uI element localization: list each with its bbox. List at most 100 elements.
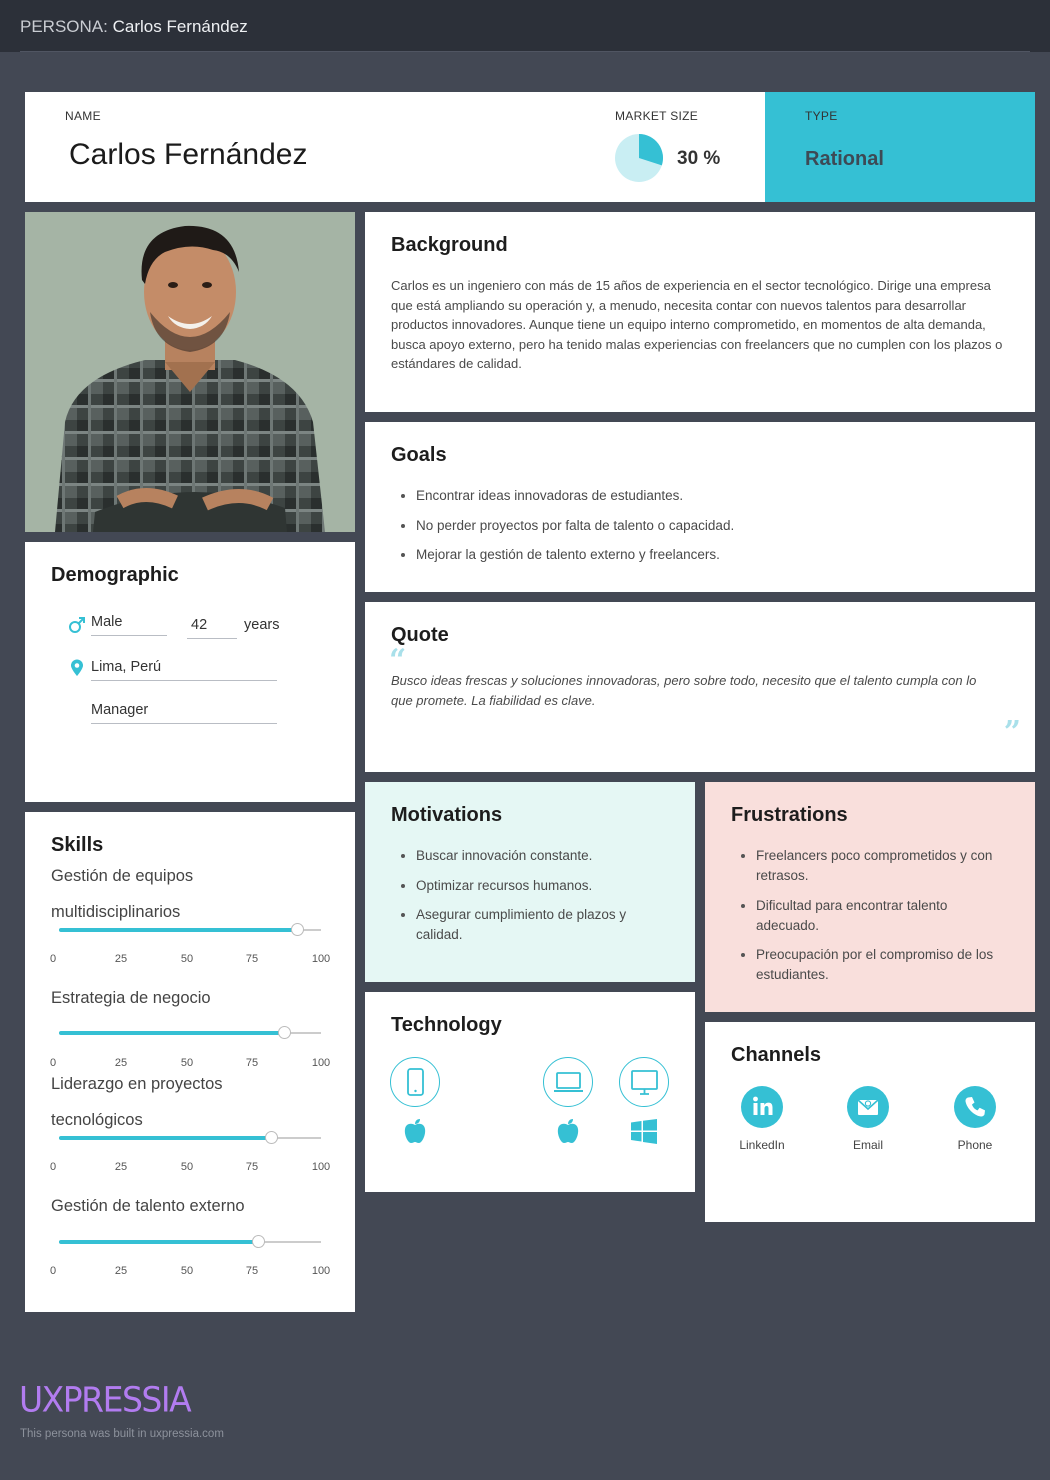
background-card: Background Carlos es un ingeniero con má… bbox=[365, 212, 1035, 412]
skill-slider-thumb[interactable] bbox=[278, 1026, 292, 1039]
motivation-item: Optimizar recursos humanos. bbox=[391, 876, 671, 896]
market-size-label: MARKET SIZE bbox=[615, 109, 699, 123]
channel-linkedin[interactable]: LinkedIn bbox=[717, 1086, 807, 1152]
frustration-item: Preocupación por el compromiso de los es… bbox=[731, 945, 1011, 985]
demographic-card: Demographic Male 42 years Lima, Perú Man… bbox=[25, 542, 355, 802]
summary-card: NAME Carlos Fernández MARKET SIZE 30 % bbox=[25, 92, 765, 202]
background-title: Background bbox=[391, 234, 508, 256]
demographic-title: Demographic bbox=[51, 564, 179, 586]
skill-scale: 0 25 50 75 100 bbox=[49, 1161, 333, 1175]
skill-slider-thumb[interactable] bbox=[252, 1235, 266, 1248]
frustration-item: Freelancers poco comprometidos y con ret… bbox=[731, 846, 1011, 886]
scale-tick: 100 bbox=[311, 1057, 331, 1069]
apple-icon bbox=[404, 1119, 426, 1143]
skill-name-line: Liderazgo en proyectos bbox=[51, 1075, 223, 1093]
title-prefix: PERSONA: bbox=[20, 17, 108, 36]
channel-email[interactable]: Email bbox=[823, 1086, 913, 1152]
brand-logo[interactable]: UXPRESSIA bbox=[19, 1379, 192, 1420]
divider bbox=[20, 51, 1030, 52]
type-value[interactable]: Rational bbox=[805, 148, 884, 171]
linkedin-icon bbox=[741, 1086, 783, 1128]
skill-slider-thumb[interactable] bbox=[291, 923, 305, 936]
name-label: NAME bbox=[65, 109, 101, 123]
scale-tick: 75 bbox=[245, 953, 259, 965]
footer-note[interactable]: This persona was built in uxpressia.com bbox=[20, 1428, 224, 1440]
type-card: TYPE Rational bbox=[765, 92, 1035, 202]
channel-phone[interactable]: Phone bbox=[930, 1086, 1020, 1152]
motivations-card: Motivations Buscar innovación constante.… bbox=[365, 782, 695, 982]
skill-name-line: Gestión de equipos bbox=[51, 867, 194, 885]
age-field[interactable]: 42 bbox=[187, 617, 237, 639]
motivations-title: Motivations bbox=[391, 804, 503, 826]
persona-photo bbox=[25, 212, 355, 532]
channel-label: Phone bbox=[957, 1138, 993, 1152]
scale-tick: 50 bbox=[180, 1161, 194, 1173]
location-field[interactable]: Lima, Perú bbox=[91, 659, 277, 681]
gender-field[interactable]: Male bbox=[91, 614, 167, 636]
scale-tick: 75 bbox=[245, 1265, 259, 1277]
channels-card: Channels LinkedIn Email Phone bbox=[705, 1022, 1035, 1222]
age-unit: years bbox=[244, 617, 280, 633]
goals-card: Goals Encontrar ideas innovadoras de est… bbox=[365, 422, 1035, 592]
laptop-icon bbox=[543, 1057, 593, 1107]
skill-slider[interactable] bbox=[59, 1131, 321, 1144]
skills-card: Skills Gestión de equipos multidisciplin… bbox=[25, 812, 355, 1312]
scale-tick: 0 bbox=[49, 953, 57, 965]
scale-tick: 25 bbox=[114, 1265, 128, 1277]
skill-slider-fill bbox=[59, 928, 298, 932]
skill-slider[interactable] bbox=[59, 1235, 321, 1248]
desktop-icon bbox=[619, 1057, 669, 1107]
skills-title: Skills bbox=[51, 834, 104, 856]
scale-tick: 100 bbox=[311, 953, 331, 965]
scale-tick: 25 bbox=[114, 953, 128, 965]
skill-name-line: Gestión de talento externo bbox=[51, 1197, 245, 1215]
goal-item: Mejorar la gestión de talento externo y … bbox=[391, 545, 1011, 565]
skill-name: Gestión de equipos multidisciplinarios bbox=[51, 858, 193, 930]
skill-slider[interactable] bbox=[59, 923, 321, 936]
goal-item: Encontrar ideas innovadoras de estudiant… bbox=[391, 486, 1011, 506]
motivation-item: Asegurar cumplimiento de plazos y calida… bbox=[391, 905, 671, 945]
goals-list: Encontrar ideas innovadoras de estudiant… bbox=[391, 486, 1011, 575]
page-title: PERSONA: Carlos Fernández bbox=[20, 17, 248, 37]
skill-slider-fill bbox=[59, 1240, 259, 1244]
skill-name: Estrategia de negocio bbox=[51, 980, 211, 1016]
skill-slider-fill bbox=[59, 1031, 285, 1035]
male-icon bbox=[69, 617, 85, 633]
quote-card: Quote “ Busco ideas frescas y soluciones… bbox=[365, 602, 1035, 772]
frustrations-card: Frustrations Freelancers poco comprometi… bbox=[705, 782, 1035, 1012]
skill-scale: 0 25 50 75 100 bbox=[49, 953, 333, 967]
skill-name-line: Estrategia de negocio bbox=[51, 989, 211, 1007]
technology-card: Technology bbox=[365, 992, 695, 1192]
skill-name: Gestión de talento externo bbox=[51, 1188, 245, 1224]
scale-tick: 50 bbox=[180, 953, 194, 965]
technology-title: Technology bbox=[391, 1014, 502, 1036]
frustrations-list: Freelancers poco comprometidos y con ret… bbox=[731, 846, 1011, 995]
motivation-item: Buscar innovación constante. bbox=[391, 846, 671, 866]
windows-icon bbox=[631, 1119, 657, 1144]
goal-item: No perder proyectos por falta de talento… bbox=[391, 516, 1011, 536]
skill-name: Liderazgo en proyectos tecnológicos bbox=[51, 1066, 223, 1138]
scale-tick: 75 bbox=[245, 1057, 259, 1069]
skill-scale: 0 25 50 75 100 bbox=[49, 1265, 333, 1279]
persona-name[interactable]: Carlos Fernández bbox=[69, 138, 307, 172]
skill-slider[interactable] bbox=[59, 1026, 321, 1039]
title-persona-name: Carlos Fernández bbox=[112, 17, 248, 36]
skill-name-line: tecnológicos bbox=[51, 1111, 143, 1129]
skill-slider-thumb[interactable] bbox=[265, 1131, 279, 1144]
channel-label: Email bbox=[852, 1138, 883, 1152]
top-bar: PERSONA: Carlos Fernández bbox=[0, 0, 1050, 52]
skill-slider-fill bbox=[59, 1136, 272, 1140]
frustration-item: Dificultad para encontrar talento adecua… bbox=[731, 896, 1011, 936]
smartphone-icon bbox=[390, 1057, 440, 1107]
scale-tick: 75 bbox=[245, 1161, 259, 1173]
channels-title: Channels bbox=[731, 1044, 822, 1066]
apple-icon bbox=[557, 1119, 579, 1143]
occupation-field[interactable]: Manager bbox=[91, 702, 277, 724]
frustrations-title: Frustrations bbox=[731, 804, 848, 826]
close-quote-icon: ” bbox=[1003, 715, 1021, 750]
scale-tick: 0 bbox=[49, 1265, 57, 1277]
scale-tick: 50 bbox=[180, 1265, 194, 1277]
scale-tick: 100 bbox=[311, 1265, 331, 1277]
location-pin-icon bbox=[71, 659, 83, 676]
type-label: TYPE bbox=[805, 109, 838, 123]
